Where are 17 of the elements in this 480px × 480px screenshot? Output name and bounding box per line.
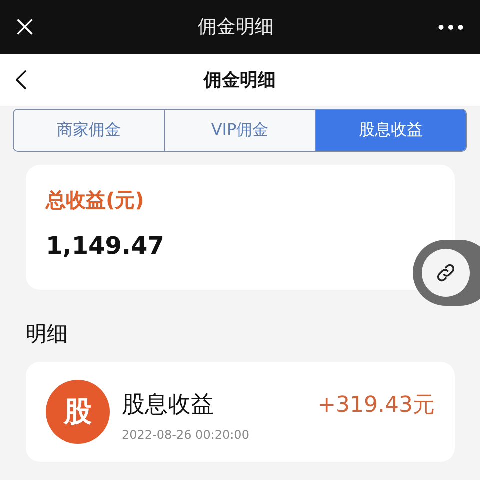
tab[interactable]: 股息收益 [315, 110, 466, 151]
record-time: 2022-08-26 00:20:00 [122, 428, 250, 442]
total-label: 总收益(元) [46, 187, 146, 214]
link-button[interactable] [422, 249, 470, 297]
section-title: 明细 [26, 321, 69, 348]
page-title: 佣金明细 [204, 69, 276, 92]
back-icon[interactable] [16, 70, 27, 90]
link-icon [435, 262, 457, 284]
more-icon[interactable] [438, 24, 464, 30]
window-title: 佣金明细 [198, 15, 274, 40]
close-icon[interactable] [16, 18, 34, 36]
record-badge: 股 [46, 380, 110, 444]
tab[interactable]: VIP佣金 [164, 110, 315, 151]
total-amount: 1,149.47 [46, 232, 166, 260]
tab[interactable]: 商家佣金 [14, 110, 164, 151]
record-amount: +319.43元 [318, 392, 435, 420]
record-title: 股息收益 [122, 390, 215, 420]
